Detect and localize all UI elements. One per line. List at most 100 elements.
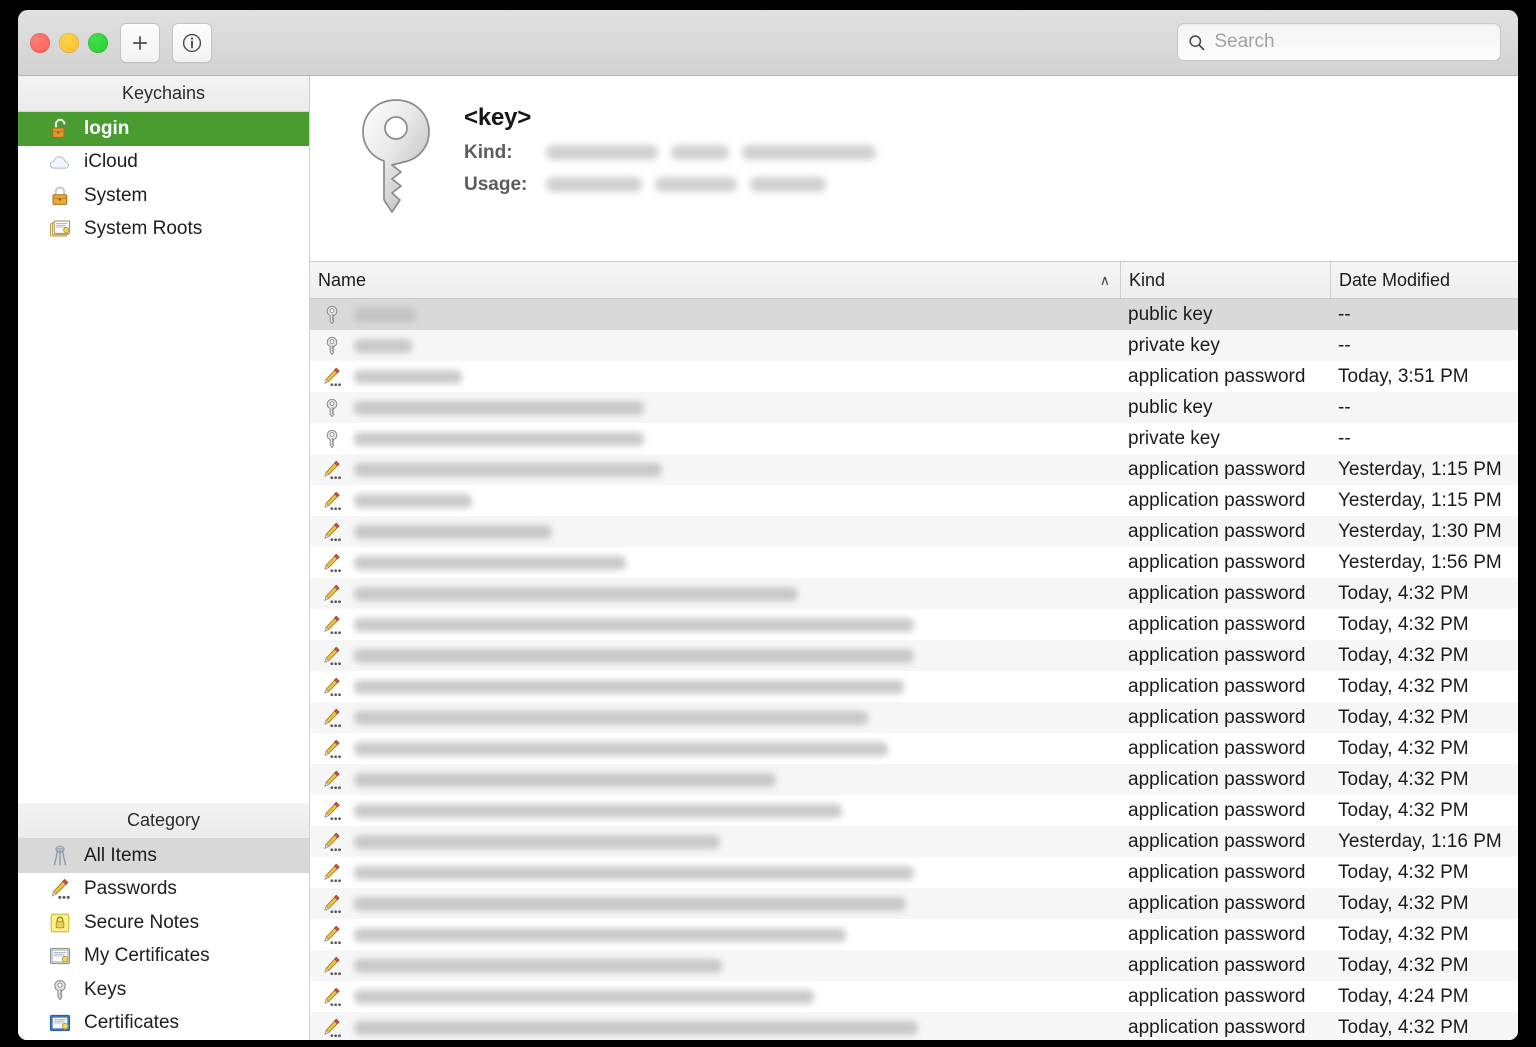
table-row[interactable]: application passwordToday, 4:32 PM — [310, 888, 1518, 919]
table-row[interactable]: application passwordToday, 4:32 PM — [310, 919, 1518, 950]
table-row[interactable]: public key-- — [310, 392, 1518, 423]
add-item-button[interactable] — [120, 23, 160, 63]
table-row[interactable]: application passwordToday, 4:32 PM — [310, 702, 1518, 733]
category-list: All Items Passwords Secure NotesMy Certifi… — [18, 839, 309, 1040]
table-row[interactable]: public key-- — [310, 299, 1518, 330]
cell-date-modified: Yesterday, 1:16 PM — [1330, 831, 1518, 853]
table-row[interactable]: application passwordYesterday, 1:15 PM — [310, 454, 1518, 485]
category-item-certificates[interactable]: Certificates — [18, 1007, 309, 1041]
category-item-label: Passwords — [84, 878, 177, 900]
certificates-icon — [48, 217, 72, 241]
item-name-redacted — [354, 897, 906, 911]
cell-kind: application password — [1120, 831, 1330, 853]
table-row[interactable]: application passwordToday, 4:32 PM — [310, 609, 1518, 640]
category-item-my-certificates[interactable]: My Certificates — [18, 940, 309, 974]
table-row[interactable]: private key-- — [310, 423, 1518, 454]
column-header-name-label: Name — [318, 270, 366, 291]
table-row[interactable]: application passwordToday, 4:32 PM — [310, 950, 1518, 981]
table-row[interactable]: application passwordToday, 4:32 PM — [310, 578, 1518, 609]
sidebar-item-login[interactable]: login — [18, 112, 309, 146]
sidebar-spacer — [18, 246, 309, 803]
cell-date-modified: Today, 4:32 PM — [1330, 800, 1518, 822]
table-row[interactable]: application passwordToday, 4:32 PM — [310, 640, 1518, 671]
table-row[interactable]: application passwordYesterday, 1:56 PM — [310, 547, 1518, 578]
item-info-button[interactable] — [172, 23, 212, 63]
table-row[interactable]: application passwordYesterday, 1:16 PM — [310, 826, 1518, 857]
cell-name — [310, 738, 1120, 760]
cell-name — [310, 769, 1120, 791]
key-large-icon — [348, 94, 444, 261]
item-name-redacted — [354, 432, 644, 446]
item-name-redacted — [354, 587, 798, 601]
cell-name — [310, 366, 1120, 388]
close-button[interactable] — [30, 33, 50, 53]
item-name-redacted — [354, 494, 472, 508]
cell-date-modified: Yesterday, 1:15 PM — [1330, 490, 1518, 512]
cell-name — [310, 831, 1120, 853]
table-row[interactable]: application passwordYesterday, 1:15 PM — [310, 485, 1518, 516]
category-item-label: Keys — [84, 979, 126, 1001]
pencil-icon — [318, 583, 346, 605]
item-name-redacted — [354, 773, 776, 787]
keychains-header: Keychains — [18, 76, 309, 112]
sidebar-item-system-roots[interactable]: System Roots — [18, 213, 309, 247]
minimize-button[interactable] — [59, 33, 79, 53]
zoom-button[interactable] — [88, 33, 108, 53]
item-title: <key> — [464, 104, 889, 132]
usage-redaction-segment — [655, 177, 737, 192]
table-row[interactable]: application passwordToday, 4:32 PM — [310, 857, 1518, 888]
sidebar-item-label: System Roots — [84, 218, 202, 240]
column-header-kind[interactable]: Kind — [1120, 262, 1330, 298]
item-name-redacted — [354, 339, 412, 353]
item-name-redacted — [354, 866, 914, 880]
usage-redaction-segment — [750, 177, 826, 192]
table-row[interactable]: application passwordYesterday, 1:30 PM — [310, 516, 1518, 547]
cell-name — [310, 800, 1120, 822]
cell-date-modified: Today, 4:32 PM — [1330, 924, 1518, 946]
sidebar-item-icloud[interactable]: iCloud — [18, 146, 309, 180]
cell-date-modified: -- — [1330, 428, 1518, 450]
pencil-icon — [318, 769, 346, 791]
category-item-keys[interactable]: Keys — [18, 973, 309, 1007]
table-row[interactable]: application passwordToday, 4:32 PM — [310, 795, 1518, 826]
table-row[interactable]: application passwordToday, 3:51 PM — [310, 361, 1518, 392]
search-input[interactable] — [1214, 31, 1490, 53]
cell-date-modified: Today, 4:32 PM — [1330, 738, 1518, 760]
item-name-redacted — [354, 463, 662, 477]
cell-name — [310, 955, 1120, 977]
item-table[interactable]: public key--private key--application pas… — [310, 299, 1518, 1040]
pencil-icon — [318, 862, 346, 884]
item-name-redacted — [354, 618, 914, 632]
table-row[interactable]: application passwordToday, 4:32 PM — [310, 1012, 1518, 1040]
cell-date-modified: Today, 4:32 PM — [1330, 862, 1518, 884]
keychains-pane: Keychains login iCloudSystem System Roots — [18, 76, 309, 246]
key-icon — [318, 397, 346, 419]
window-body: Keychains loginiCloudSystemSystem Roots … — [18, 76, 1518, 1040]
cell-name — [310, 862, 1120, 884]
category-item-all-items[interactable]: All Items — [18, 839, 309, 873]
category-header: Category — [18, 803, 309, 839]
category-item-secure-notes[interactable]: Secure Notes — [18, 906, 309, 940]
locked-padlock-icon — [48, 184, 72, 208]
pencil-icon — [48, 877, 72, 901]
sort-ascending-icon: ∧ — [1100, 272, 1110, 289]
key-icon — [318, 304, 346, 326]
pencil-icon — [318, 800, 346, 822]
table-row[interactable]: application passwordToday, 4:32 PM — [310, 764, 1518, 795]
sidebar-item-system[interactable]: System — [18, 179, 309, 213]
cell-name — [310, 986, 1120, 1008]
column-header-name[interactable]: Name ∧ — [310, 262, 1120, 298]
table-row[interactable]: private key-- — [310, 330, 1518, 361]
table-row[interactable]: application passwordToday, 4:24 PM — [310, 981, 1518, 1012]
category-item-passwords[interactable]: Passwords — [18, 873, 309, 907]
table-row[interactable]: application passwordToday, 4:32 PM — [310, 671, 1518, 702]
search-field[interactable] — [1177, 23, 1501, 61]
cell-date-modified: Yesterday, 1:30 PM — [1330, 521, 1518, 543]
cell-date-modified: Today, 4:24 PM — [1330, 986, 1518, 1008]
sidebar-item-label: login — [84, 118, 129, 140]
cell-kind: application password — [1120, 1017, 1330, 1039]
info-icon — [181, 32, 203, 54]
column-header-date-modified[interactable]: Date Modified — [1330, 262, 1518, 298]
table-row[interactable]: application passwordToday, 4:32 PM — [310, 733, 1518, 764]
keychain-access-window: Keychains loginiCloudSystemSystem Roots … — [18, 10, 1518, 1040]
